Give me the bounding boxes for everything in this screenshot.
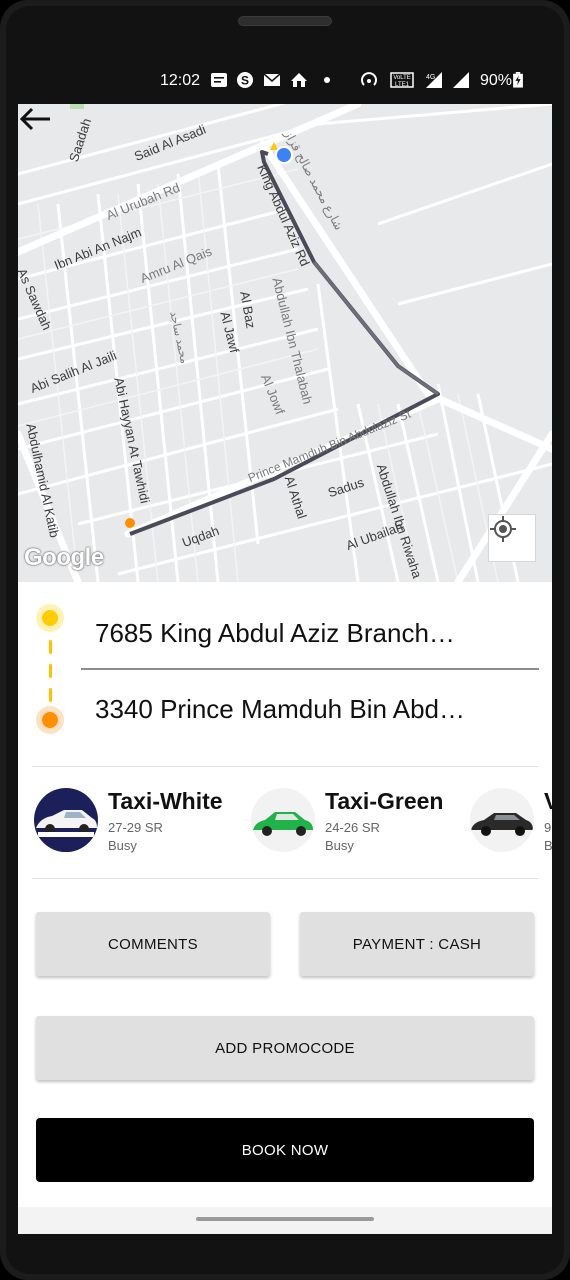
payment-button[interactable]: PAYMENT : CASH [300, 912, 534, 976]
mail-icon [263, 73, 281, 86]
book-now-button[interactable]: BOOK NOW [36, 1118, 534, 1182]
svg-text:S: S [241, 74, 249, 88]
pickup-address[interactable]: 7685 King Abdul Aziz Branch… [95, 618, 525, 649]
add-promocode-button[interactable]: ADD PROMOCODE [36, 1016, 534, 1080]
my-location-button[interactable] [488, 514, 536, 562]
dropoff-dot-icon [36, 706, 64, 734]
signal-icon [453, 72, 469, 88]
status-time: 12:02 [160, 72, 201, 89]
comments-button[interactable]: COMMENTS [36, 912, 270, 976]
car-option-vip[interactable]: V 9 B [470, 788, 552, 858]
route-dash [49, 664, 52, 678]
svg-text:LTE1: LTE1 [395, 82, 410, 88]
address-divider [81, 668, 539, 670]
car-status: B [544, 838, 552, 853]
car-status: Busy [325, 838, 354, 853]
battery-percent: 90% [480, 72, 513, 89]
battery-icon [513, 72, 523, 88]
car-price: 24-26 SR [325, 820, 380, 835]
message-icon [211, 73, 227, 87]
vip-car-icon [470, 788, 534, 852]
status-bar: 12:02 S VoLTE LTE1 4G 90% [18, 62, 552, 102]
car-name: V [544, 788, 552, 814]
app-screen: Saadah Said Al Asadi Al Urubah Rd Ibn Ab… [18, 104, 552, 1234]
google-logo: Google [24, 544, 104, 571]
home-indicator[interactable] [196, 1217, 374, 1221]
arrow-left-icon[interactable] [18, 104, 54, 134]
my-location-icon [490, 516, 516, 542]
dot-icon [324, 77, 330, 83]
divider [32, 878, 538, 879]
route-dash [49, 640, 52, 654]
car-type-list[interactable]: Taxi-White 27-29 SR Busy Taxi-Green 24-2… [18, 772, 552, 882]
car-price: 27-29 SR [108, 820, 163, 835]
car-price: 9 [544, 820, 552, 835]
route-dash [49, 688, 52, 702]
divider [32, 766, 538, 767]
taxi-white-car-icon [34, 788, 98, 852]
dropoff-address[interactable]: 3340 Prince Mamduh Bin Abd… [95, 694, 525, 725]
svg-text:VoLTE: VoLTE [393, 75, 411, 81]
booking-sheet: 7685 King Abdul Aziz Branch… 3340 Prince… [18, 582, 552, 1207]
car-option-taxi-white[interactable]: Taxi-White 27-29 SR Busy [34, 788, 244, 858]
car-option-taxi-green[interactable]: Taxi-Green 24-26 SR Busy [251, 788, 461, 858]
map-view[interactable]: Saadah Said Al Asadi Al Urubah Rd Ibn Ab… [18, 104, 552, 582]
taxi-green-car-icon [251, 788, 315, 852]
svg-text:4G: 4G [426, 74, 435, 81]
car-name: Taxi-White [108, 788, 223, 814]
4g-signal-icon: 4G [426, 72, 442, 88]
home-icon [291, 73, 307, 87]
car-status: Busy [108, 838, 137, 853]
skype-icon: S [237, 72, 253, 88]
pickup-dot-icon [36, 604, 64, 632]
phone-speaker [238, 16, 332, 26]
volte-icon: VoLTELTE1 [390, 72, 414, 88]
hotspot-icon [361, 72, 377, 86]
car-name: Taxi-Green [325, 788, 444, 814]
